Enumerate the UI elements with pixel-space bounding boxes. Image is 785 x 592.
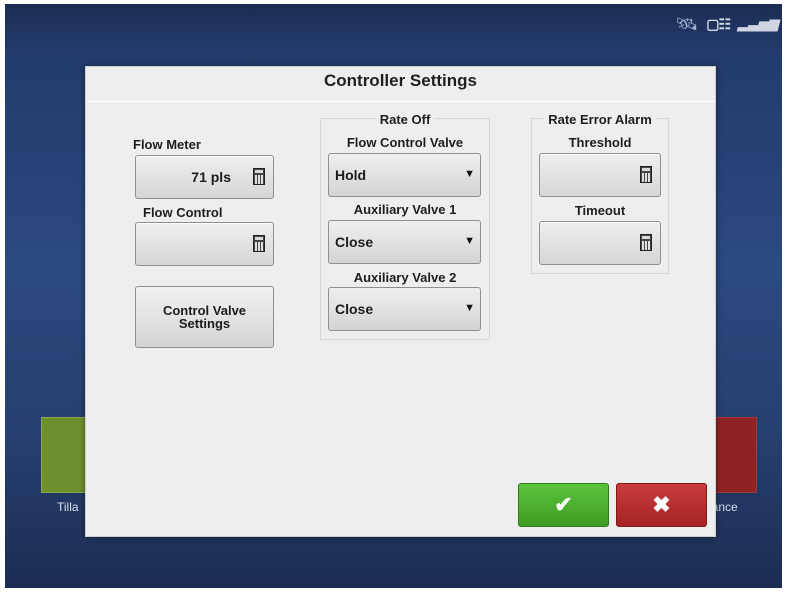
auxiliary-valve-1-value: Close [335,234,374,250]
flow-meter-field[interactable]: 71 pls [135,155,274,199]
tillage-app-label: Tilla [57,500,79,514]
flow-control-label: Flow Control [143,205,223,220]
calculator-icon [640,166,652,183]
rate-off-heading-wrap: Rate Off [320,112,490,127]
flow-meter-label: Flow Meter [133,137,201,152]
dropdown-arrow-icon: ▼ [464,302,475,314]
rate-error-alarm-heading: Rate Error Alarm [544,112,656,127]
flow-control-field[interactable] [135,222,274,266]
cancel-button[interactable]: ✖ [616,483,707,527]
calculator-icon [640,234,652,251]
auxiliary-valve-2-dropdown[interactable]: Close ▼ [328,287,481,331]
timeout-label: Timeout [574,203,626,218]
dropdown-arrow-icon: ▼ [464,235,475,247]
calculator-icon [253,235,265,252]
title-divider [86,101,715,102]
dropdown-arrow-icon: ▼ [464,168,475,180]
rate-off-heading: Rate Off [375,112,435,127]
controller-settings-dialog: Controller Settings Flow Meter 71 pls Fl… [85,66,716,537]
flow-control-valve-value: Hold [335,167,367,183]
threshold-label: Threshold [568,135,632,150]
auxiliary-valve-2-label: Auxiliary Valve 2 [353,270,457,285]
auxiliary-valve-1-label: Auxiliary Valve 1 [353,202,457,217]
flow-meter-value: 71 pls [191,169,231,185]
flow-control-valve-label: Flow Control Valve [346,135,464,150]
gps-device-icon[interactable]: ▢☷ [706,16,731,33]
rate-error-alarm-heading-wrap: Rate Error Alarm [531,112,669,127]
threshold-field[interactable] [539,153,661,197]
checkmark-icon: ✔ [554,492,573,517]
auxiliary-valve-1-dropdown[interactable]: Close ▼ [328,220,481,264]
auxiliary-valve-2-value: Close [335,301,374,317]
confirm-button[interactable]: ✔ [518,483,609,527]
dialog-title: Controller Settings [323,71,477,90]
satellite-icon[interactable]: 🛰 [675,15,698,33]
signal-strength-icon[interactable]: ▂▃▅▆ [738,16,778,32]
control-valve-settings-button[interactable]: Control Valve Settings [135,286,274,348]
flow-control-valve-dropdown[interactable]: Hold ▼ [328,153,481,197]
timeout-field[interactable] [539,221,661,265]
status-bar: 🛰 ▢☷ ▂▃▅▆ [675,10,778,38]
calculator-icon [253,168,265,185]
close-icon: ✖ [652,492,671,517]
